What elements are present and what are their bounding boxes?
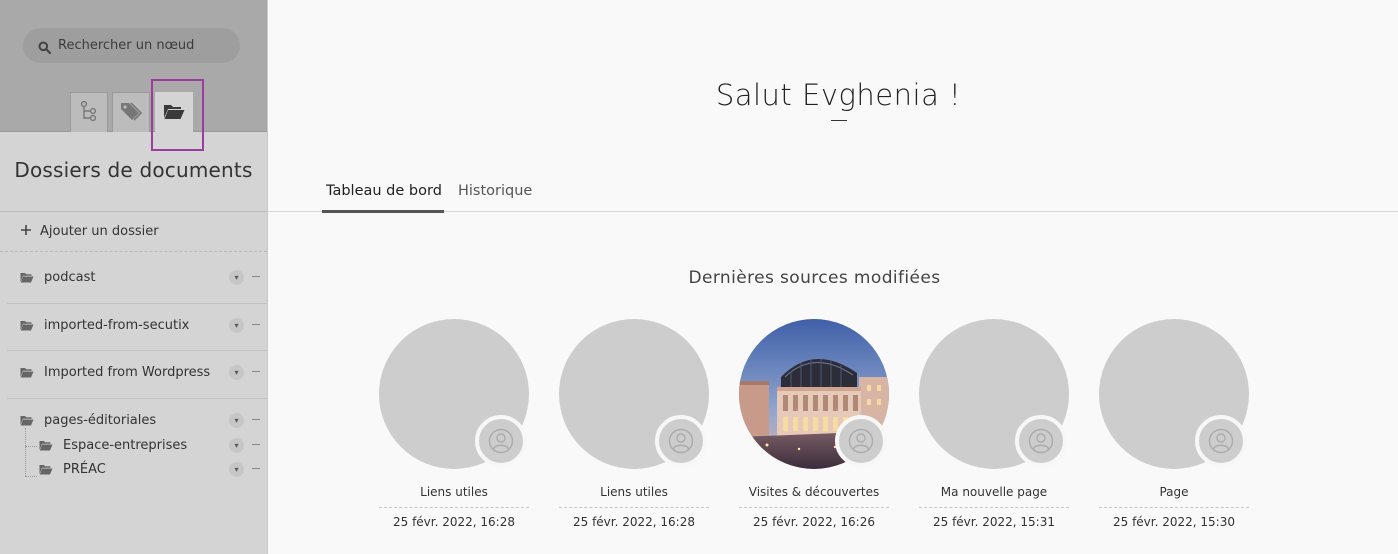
active-tab-indicator (322, 210, 444, 213)
drag-handle[interactable] (252, 371, 260, 372)
tab-dashboard[interactable]: Tableau de bord (326, 183, 442, 199)
card-title: Liens utiles (600, 485, 668, 499)
folder-item-preac[interactable]: PRÉAC ▾ (0, 458, 267, 480)
folder-label: PRÉAC (63, 461, 106, 477)
folder-open-icon (163, 102, 185, 124)
tab-history[interactable]: Historique (458, 183, 532, 199)
search-icon (38, 39, 52, 55)
user-avatar-icon (655, 415, 707, 467)
drag-handle[interactable] (252, 276, 260, 277)
divider (1099, 507, 1249, 508)
user-avatar-icon (1015, 415, 1067, 467)
folder-open-icon (20, 272, 34, 283)
folder-label: pages-éditoriales (44, 412, 157, 428)
page-title: Salut Evghenia ! (715, 78, 962, 112)
divider (379, 507, 529, 508)
chevron-down-icon[interactable]: ▾ (229, 365, 244, 380)
section-title: Dernières sources modifiées (688, 268, 941, 288)
card-date: 25 févr. 2022, 16:28 (392, 515, 515, 529)
card-title: Liens utiles (420, 485, 488, 499)
folder-open-icon (20, 320, 34, 331)
folder-label: podcast (44, 269, 96, 285)
card-date: 25 févr. 2022, 16:28 (572, 515, 695, 529)
divider (739, 507, 889, 508)
tags-tab[interactable] (112, 92, 150, 132)
folder-item-imported-from-secutix[interactable]: imported-from-secutix ▾ (0, 314, 267, 336)
folders-tab[interactable] (155, 92, 193, 132)
sidebar-header: Rechercher un nœud (0, 0, 267, 132)
chevron-down-icon[interactable]: ▾ (229, 438, 244, 453)
tree-view-tab[interactable] (70, 92, 108, 132)
title-rule (831, 120, 847, 121)
card-date: 25 févr. 2022, 15:30 (1112, 515, 1235, 529)
divider (7, 350, 267, 351)
drag-handle[interactable] (252, 468, 260, 469)
folder-item-pages-editoriales[interactable]: pages-éditoriales ▾ (0, 409, 267, 431)
chevron-down-icon[interactable]: ▾ (229, 413, 244, 428)
divider (919, 507, 1069, 508)
user-avatar-icon (835, 415, 887, 467)
drag-handle[interactable] (252, 324, 260, 325)
folder-open-icon (39, 440, 53, 451)
chevron-down-icon[interactable]: ▾ (229, 318, 244, 333)
folder-label: imported-from-secutix (44, 317, 190, 333)
divider (0, 211, 267, 212)
chevron-down-icon[interactable]: ▾ (229, 462, 244, 477)
sitemap-icon (79, 100, 99, 126)
folder-open-icon (20, 367, 34, 378)
divider (559, 507, 709, 508)
chevron-down-icon[interactable]: ▾ (229, 270, 244, 285)
folder-label: Espace-entreprises (63, 437, 188, 453)
folder-item-imported-from-wordpress[interactable]: Imported from Wordpress ▾ (0, 361, 267, 383)
tags-icon (119, 100, 143, 126)
search-placeholder: Rechercher un nœud (58, 38, 195, 53)
card-date: 25 févr. 2022, 15:31 (932, 515, 1055, 529)
folder-open-icon (20, 415, 34, 426)
drag-handle[interactable] (252, 444, 260, 445)
search-input[interactable]: Rechercher un nœud (23, 28, 240, 63)
folder-open-icon (39, 464, 53, 475)
folder-item-espace-entreprises[interactable]: Espace-entreprises ▾ (0, 434, 267, 456)
user-avatar-icon (475, 415, 527, 467)
card-date: 25 févr. 2022, 16:26 (752, 515, 875, 529)
divider (0, 251, 267, 252)
sidebar: Rechercher un nœud Dossiers de documents… (0, 0, 268, 554)
divider (7, 303, 267, 304)
user-avatar-icon (1195, 415, 1247, 467)
sidebar-title: Dossiers de documents (14, 158, 253, 182)
add-folder-button[interactable]: Ajouter un dossier (20, 222, 159, 240)
folder-item-podcast[interactable]: podcast ▾ (0, 266, 267, 288)
card-title: Page (1159, 485, 1189, 499)
plus-icon (20, 222, 34, 240)
add-folder-label: Ajouter un dossier (40, 223, 159, 239)
drag-handle[interactable] (252, 419, 260, 420)
divider (7, 398, 267, 399)
folder-label: Imported from Wordpress (44, 364, 211, 380)
card-title: Visites & découvertes (748, 485, 880, 499)
card-title: Ma nouvelle page (940, 485, 1048, 499)
